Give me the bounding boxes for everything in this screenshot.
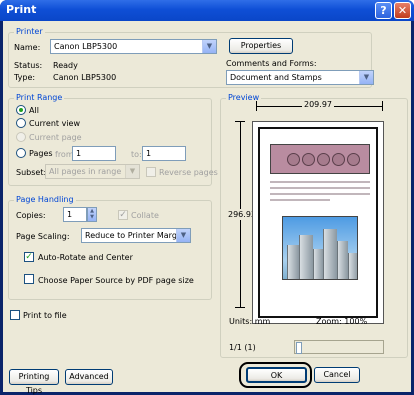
window-title: Print (6, 3, 37, 16)
reverse-pages-label: Reverse pages (159, 168, 218, 177)
printer-group-label: Printer (14, 27, 45, 36)
zoom-label: Zoom: 100% (316, 317, 368, 326)
preview-banner (270, 144, 370, 174)
auto-rotate-checkbox[interactable]: ✓ (24, 252, 34, 262)
copies-stepper[interactable]: ▲ ▼ (87, 207, 97, 222)
to-field[interactable]: 1 (142, 146, 186, 161)
type-value: Canon LBP5300 (53, 73, 117, 82)
auto-rotate-label: Auto-Rotate and Center (38, 253, 133, 262)
page-scaling-label: Page Scaling: (16, 232, 70, 241)
text-line (270, 187, 370, 189)
choose-paper-source-checkbox[interactable] (24, 274, 34, 284)
preview-page-border (258, 127, 378, 318)
help-button[interactable]: ? (375, 2, 392, 19)
subset-value: All pages in range (49, 167, 122, 176)
title-bar[interactable]: Print ? ✕ (0, 0, 414, 21)
print-dialog: Print ? ✕ Printer Name: Canon LBP5300 ▼ … (0, 0, 414, 395)
printing-tips-button[interactable]: Printing Tips (9, 369, 59, 395)
properties-button[interactable]: Properties (229, 38, 293, 54)
width-marker-right (382, 101, 383, 111)
close-button[interactable]: ✕ (394, 2, 411, 19)
subset-select[interactable]: All pages in range ▼ (45, 164, 140, 179)
circle-icon (302, 153, 315, 166)
printer-name-value: Canon LBP5300 (54, 42, 118, 51)
reverse-pages-checkbox[interactable] (146, 167, 156, 177)
printer-name-select[interactable]: Canon LBP5300 ▼ (50, 39, 217, 54)
chevron-down-icon[interactable]: ▼ (88, 214, 96, 220)
advanced-button[interactable]: Advanced (65, 369, 113, 385)
from-field[interactable]: 1 (72, 146, 116, 161)
all-label: All (29, 106, 39, 115)
printer-name-label: Name: (14, 43, 41, 52)
all-radio[interactable] (16, 105, 26, 115)
page-indicator: 1/1 (1) (229, 343, 256, 352)
copies-field[interactable]: 1 (63, 207, 87, 222)
page-handling-label: Page Handling (14, 195, 76, 204)
text-line (270, 199, 330, 201)
preview-page (252, 121, 384, 324)
circle-icon (287, 153, 300, 166)
building-shape (313, 249, 323, 279)
building-shape (337, 241, 348, 279)
circle-icon (332, 153, 345, 166)
choose-paper-source-label: Choose Paper Source by PDF page size (38, 276, 194, 285)
current-view-label: Current view (29, 119, 81, 128)
current-view-radio[interactable] (16, 118, 26, 128)
current-page-radio[interactable] (16, 132, 26, 142)
print-to-file-label: Print to file (23, 311, 67, 320)
width-marker-left (256, 101, 257, 111)
collate-label: Collate (131, 211, 159, 220)
page-scaling-select[interactable]: Reduce to Printer Margins ▼ (81, 228, 191, 243)
comments-forms-value: Document and Stamps (230, 73, 322, 82)
slider-thumb[interactable] (296, 342, 302, 354)
chevron-down-icon[interactable]: ▼ (176, 229, 190, 242)
subset-label: Subset: (16, 168, 47, 177)
building-shape (323, 229, 337, 279)
text-line (270, 193, 370, 195)
chevron-down-icon[interactable]: ▼ (359, 71, 373, 84)
cancel-button[interactable]: Cancel (314, 367, 360, 383)
building-shape (287, 245, 299, 279)
status-value: Ready (53, 61, 78, 70)
comments-forms-select[interactable]: Document and Stamps ▼ (226, 70, 374, 85)
ok-button[interactable]: OK (246, 367, 307, 383)
pages-label: Pages (29, 149, 53, 158)
print-to-file-checkbox[interactable] (10, 310, 20, 320)
print-range-label: Print Range (14, 93, 65, 102)
comments-forms-label: Comments and Forms: (226, 59, 317, 68)
copies-label: Copies: (16, 211, 46, 220)
circle-icon (347, 153, 360, 166)
chevron-down-icon[interactable]: ▼ (125, 165, 139, 178)
to-label: to: (131, 150, 142, 159)
height-marker-bottom (235, 307, 245, 308)
type-label: Type: (14, 73, 36, 82)
height-marker-top (235, 121, 245, 122)
page-scaling-value: Reduce to Printer Margins (85, 231, 189, 240)
text-line (270, 181, 370, 183)
chevron-down-icon[interactable]: ▼ (202, 40, 216, 53)
page-slider[interactable] (294, 340, 384, 354)
current-page-label: Current page (29, 133, 82, 142)
building-shape (348, 253, 357, 279)
status-label: Status: (14, 61, 43, 70)
collate-checkbox[interactable]: ✓ (118, 210, 128, 220)
circle-icon (317, 153, 330, 166)
city-image (282, 216, 358, 280)
building-shape (299, 235, 313, 279)
pages-radio[interactable] (16, 148, 26, 158)
units-label: Units: mm (229, 317, 271, 326)
preview-width: 209.97 (302, 100, 334, 109)
